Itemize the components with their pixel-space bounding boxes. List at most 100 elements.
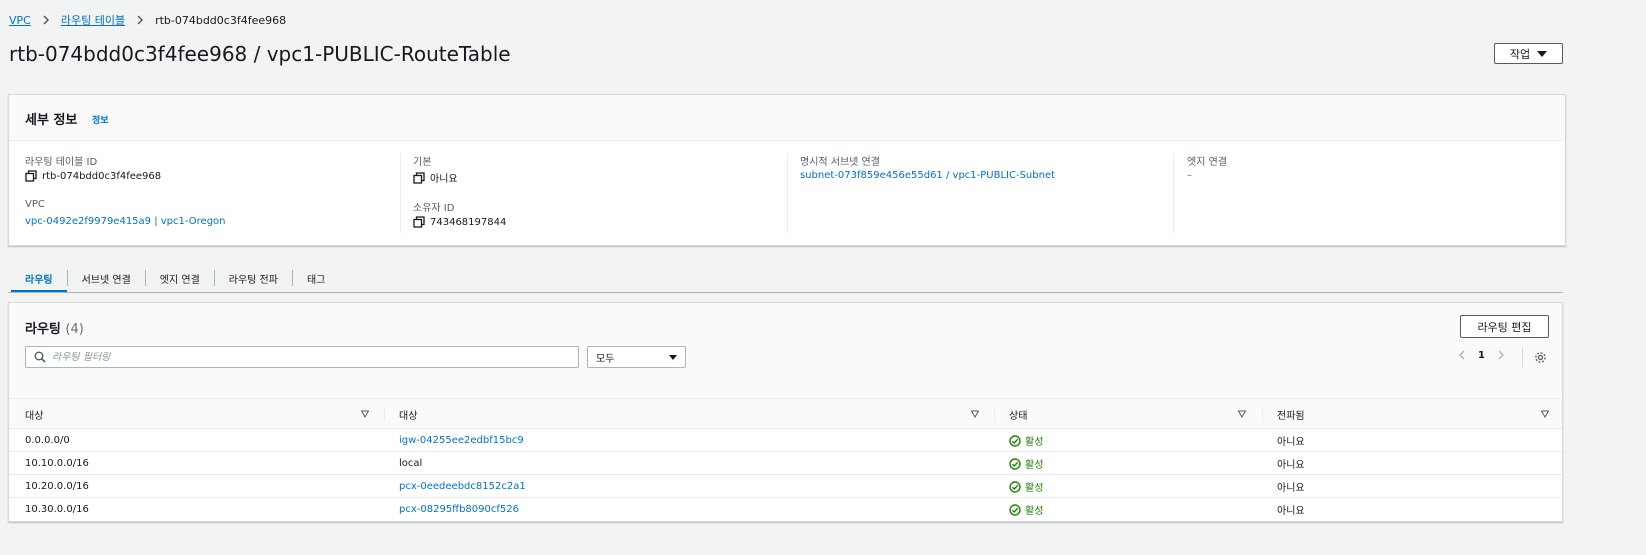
- owner-text: 743468197844: [430, 216, 507, 228]
- column-header-propagated[interactable]: 전파됨: [1277, 399, 1305, 429]
- caret-down-icon: [1537, 50, 1548, 57]
- copy-icon[interactable]: [25, 170, 37, 182]
- owner-label: 소유자 ID: [413, 203, 455, 214]
- cell-destination: 10.20.0.0/16: [25, 481, 89, 492]
- edge-assoc-value: –: [1187, 170, 1192, 181]
- owner-value: 743468197844: [413, 216, 506, 228]
- cell-propagated: 아니요: [1277, 460, 1305, 471]
- column-separator: [384, 407, 385, 421]
- breadcrumb-current: rtb-074bdd0c3f4fee968: [155, 13, 287, 27]
- chevron-right-icon: [43, 15, 49, 25]
- routes-header: 라우팅 (4) 라우팅 편집 모두 1: [9, 303, 1562, 399]
- route-filter-select[interactable]: 모두: [587, 346, 686, 368]
- route-filter-box: [25, 346, 579, 368]
- details-title: 세부 정보: [25, 113, 78, 128]
- status-text: 활성: [1025, 460, 1044, 471]
- column-separator: [994, 407, 995, 421]
- table-header: 대상 대상 상태 전파됨: [9, 399, 1562, 429]
- routes-count: (4): [65, 322, 84, 337]
- routes-title: 라우팅 (4): [25, 318, 84, 337]
- column-separator: [1262, 407, 1263, 421]
- column-divider: [787, 153, 788, 233]
- column-header-destination[interactable]: 대상: [25, 399, 43, 429]
- edge-assoc-label: 엣지 연결: [1187, 157, 1227, 168]
- status-text: 활성: [1025, 483, 1044, 494]
- breadcrumb: VPC 라우팅 테이블 rtb-074bdd0c3f4fee968: [9, 12, 287, 28]
- sort-icon[interactable]: [361, 410, 369, 418]
- caret-down-icon: [669, 354, 677, 360]
- actions-button-label: 작업: [1509, 47, 1531, 61]
- chevron-left-icon[interactable]: [1456, 349, 1468, 361]
- column-divider: [1173, 153, 1174, 233]
- chevron-right-icon: [137, 15, 144, 25]
- subnet-assoc-label: 명시적 서브넷 연결: [800, 157, 880, 168]
- cell-propagated: 아니요: [1277, 506, 1305, 517]
- sort-icon[interactable]: [971, 410, 979, 418]
- table-row[interactable]: 10.10.0.0/16 local 활성 아니요: [9, 452, 1562, 475]
- cell-propagated: 아니요: [1277, 483, 1305, 494]
- cell-propagated: 아니요: [1277, 437, 1305, 448]
- tab-routes[interactable]: 라우팅: [11, 264, 67, 292]
- details-header: 세부 정보 정보: [9, 95, 1565, 141]
- edit-routes-button[interactable]: 라우팅 편집: [1460, 315, 1549, 338]
- info-link[interactable]: 정보: [92, 113, 109, 126]
- tab-edge-associations[interactable]: 엣지 연결: [146, 264, 214, 292]
- main-label: 기본: [413, 157, 432, 168]
- subnet-assoc-link[interactable]: subnet-073f859e456e55d61 / vpc1-PUBLIC-S…: [800, 170, 1055, 181]
- route-table-id-text: rtb-074bdd0c3f4fee968: [42, 170, 162, 182]
- column-divider: [400, 153, 401, 233]
- cell-target-link[interactable]: pcx-08295ffb8090cf526: [399, 498, 519, 521]
- status-text: 활성: [1025, 437, 1044, 448]
- routes-table: 대상 대상 상태 전파됨 0.0.0.0/0 igw-04255ee2edbf1…: [9, 399, 1562, 521]
- status-text: 활성: [1025, 506, 1044, 517]
- copy-icon[interactable]: [413, 216, 425, 228]
- cell-destination: 10.30.0.0/16: [25, 504, 89, 515]
- cell-target-link[interactable]: igw-04255ee2edbf15bc9: [399, 429, 524, 452]
- page-title: rtb-074bdd0c3f4fee968 / vpc1-PUBLIC-Rout…: [9, 42, 511, 66]
- pagination: 1: [1456, 349, 1507, 361]
- route-table-id-value: rtb-074bdd0c3f4fee968: [25, 170, 161, 182]
- cell-status: 활성: [1009, 429, 1043, 452]
- cell-destination: 10.10.0.0/16: [25, 458, 89, 469]
- cell-target: local: [399, 458, 423, 469]
- pager-divider: [1522, 347, 1523, 367]
- tabs-underline: [8, 292, 1563, 293]
- breadcrumb-vpc[interactable]: VPC: [9, 14, 31, 27]
- table-row[interactable]: 0.0.0.0/0 igw-04255ee2edbf15bc9 활성 아니요: [9, 429, 1562, 452]
- table-row[interactable]: 10.30.0.0/16 pcx-08295ffb8090cf526 활성 아니…: [9, 498, 1562, 521]
- route-filter-select-value: 모두: [596, 353, 615, 365]
- routes-title-text: 라우팅: [25, 322, 61, 337]
- sort-icon[interactable]: [1541, 410, 1549, 418]
- page-number[interactable]: 1: [1478, 350, 1485, 361]
- vpc-link[interactable]: vpc-0492e2f9979e415a9 | vpc1-Oregon: [25, 216, 226, 227]
- route-table-id-label: 라우팅 테이블 ID: [25, 157, 98, 168]
- tab-route-propagation[interactable]: 라우팅 전파: [215, 264, 292, 292]
- route-filter-input[interactable]: [52, 351, 552, 363]
- cell-status: 활성: [1009, 498, 1043, 521]
- details-panel: 세부 정보 정보 라우팅 테이블 ID rtb-074bdd0c3f4fee96…: [8, 94, 1566, 246]
- main-value: 아니요: [413, 170, 458, 185]
- main-text: 아니요: [430, 174, 458, 185]
- column-header-status[interactable]: 상태: [1009, 399, 1027, 429]
- cell-status: 활성: [1009, 452, 1043, 475]
- gear-icon[interactable]: [1534, 351, 1547, 364]
- search-icon: [34, 351, 46, 363]
- cell-status: 활성: [1009, 475, 1043, 498]
- chevron-right-icon[interactable]: [1495, 349, 1507, 361]
- routes-panel: 라우팅 (4) 라우팅 편집 모두 1 대상 대상: [8, 302, 1563, 522]
- table-row[interactable]: 10.20.0.0/16 pcx-0eedeebdc8152c2a1 활성 아니…: [9, 475, 1562, 498]
- cell-target-link[interactable]: pcx-0eedeebdc8152c2a1: [399, 475, 526, 498]
- sort-icon[interactable]: [1238, 410, 1246, 418]
- copy-icon[interactable]: [413, 171, 425, 184]
- tab-tags[interactable]: 태그: [293, 264, 339, 292]
- status-success-icon: [1009, 480, 1021, 493]
- column-header-target[interactable]: 대상: [399, 399, 417, 429]
- breadcrumb-route-tables[interactable]: 라우팅 테이블: [61, 12, 125, 28]
- status-success-icon: [1009, 503, 1021, 516]
- status-success-icon: [1009, 457, 1021, 470]
- cell-destination: 0.0.0.0/0: [25, 435, 70, 446]
- tab-subnet-associations[interactable]: 서브넷 연결: [68, 264, 145, 292]
- actions-button[interactable]: 작업: [1494, 43, 1563, 64]
- tab-bar: 라우팅 서브넷 연결 엣지 연결 라우팅 전파 태그: [11, 264, 339, 292]
- vpc-label: VPC: [25, 199, 45, 210]
